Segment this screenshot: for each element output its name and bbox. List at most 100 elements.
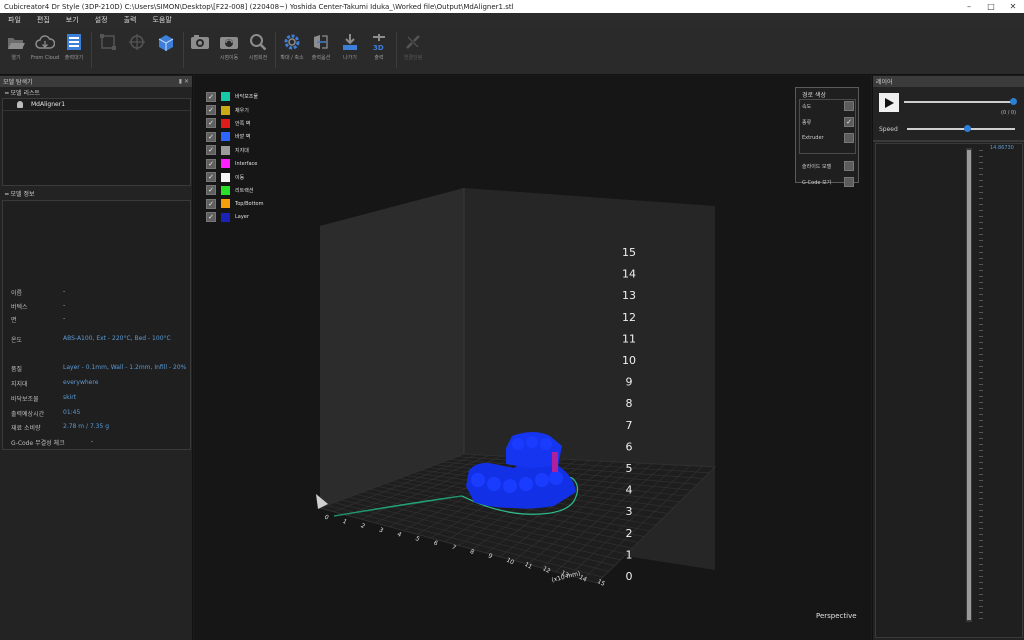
x-tick-label: 10 — [505, 557, 515, 567]
legend-item[interactable]: ✓ 지지대 — [206, 144, 263, 157]
legend-label: 이동 — [235, 174, 245, 181]
checkbox[interactable]: ✓ — [206, 212, 216, 223]
checkbox[interactable]: ✓ — [844, 117, 854, 127]
legend-label: 채우기 — [235, 107, 249, 114]
path-color-option[interactable]: Extruder — [802, 133, 854, 143]
layer-panel-header: 레이어 — [873, 76, 1024, 87]
playback-slider[interactable] — [904, 101, 1014, 103]
legend-label: Top/Bottom — [235, 200, 264, 207]
checkbox[interactable]: ✓ — [206, 118, 216, 129]
menu-settings[interactable]: 설정 — [87, 15, 116, 25]
checkbox[interactable] — [844, 101, 854, 111]
connection-button[interactable]: 연결안됨 — [400, 32, 426, 61]
cube-view-icon — [156, 32, 176, 52]
option-label: 슬라이드 모델 — [802, 163, 832, 170]
legend-item[interactable]: ✓ 안쪽 벽 — [206, 117, 263, 130]
gcode-save-button[interactable]: 나가기 — [337, 32, 363, 61]
z-tick-label: 6 — [626, 440, 633, 453]
checkbox[interactable] — [844, 161, 854, 171]
checkbox[interactable]: ✓ — [206, 198, 216, 209]
checkbox[interactable] — [844, 133, 854, 143]
print-3d-icon: 3D — [369, 32, 389, 52]
list-item[interactable]: MdAligner1 — [3, 99, 190, 111]
play-button[interactable] — [879, 93, 899, 112]
view-rotate-icon — [219, 32, 239, 52]
maximize-icon[interactable]: □ — [980, 2, 1002, 11]
cube-view-button[interactable] — [153, 32, 179, 55]
panel-header-buttons[interactable]: ▮ ✕ — [179, 78, 189, 85]
info-row: 온도 ABS-A100, Ext - 220°C, Bed - 100°C — [11, 335, 171, 344]
checkbox[interactable]: ✓ — [206, 91, 216, 102]
menu-print[interactable]: 출력 — [116, 15, 145, 25]
checkbox[interactable]: ✓ — [206, 158, 216, 169]
legend-item[interactable]: ✓ 바깥 벽 — [206, 130, 263, 143]
legend-item[interactable]: ✓ 리트랙션 — [206, 184, 263, 197]
menu-view[interactable]: 보기 — [58, 15, 87, 25]
x-tick-label: 3 — [378, 526, 385, 534]
z-tick-label: 8 — [626, 397, 633, 410]
3d-viewport[interactable]: 0 1 2 3 4 5 6 7 8 9 10 11 12 13 14 15 0 1 2 3 4 5 6 7 8 9 10 11 12 13… — [194, 76, 871, 640]
bulb-icon — [17, 101, 23, 108]
info-row: 바닥보조물 skirt — [11, 394, 77, 403]
checkbox[interactable]: ✓ — [206, 185, 216, 196]
scale-button[interactable] — [124, 32, 150, 55]
z-tick-label: 12 — [622, 311, 636, 324]
layer-slider-area — [875, 143, 1023, 638]
print-options-button[interactable]: 확대 / 축소 — [279, 32, 305, 61]
checkbox[interactable]: ✓ — [206, 172, 216, 183]
playback-slider-handle[interactable] — [1010, 98, 1017, 105]
color-swatch — [221, 185, 230, 195]
path-color-option[interactable]: 속도 — [802, 101, 854, 111]
info-row: 버텍스 - — [11, 302, 66, 311]
x-tick-label: 11 — [523, 561, 533, 571]
legend-item[interactable]: ✓ Layer — [206, 211, 263, 224]
checkbox[interactable] — [844, 177, 854, 187]
zoom-icon — [248, 32, 268, 52]
speed-slider[interactable] — [907, 128, 1015, 130]
info-row: 이름 - — [11, 288, 66, 297]
path-color-option[interactable]: 종류 ✓ — [802, 117, 854, 127]
legend-item[interactable]: ✓ 이동 — [206, 170, 263, 183]
open-button[interactable]: 열기 — [3, 32, 29, 61]
legend-item[interactable]: ✓ 채우기 — [206, 103, 263, 116]
legend-item[interactable]: ✓ Top/Bottom — [206, 197, 263, 210]
close-icon[interactable]: ✕ — [1002, 2, 1024, 11]
checkbox[interactable]: ✓ — [206, 131, 216, 142]
toolbar-separator — [183, 32, 184, 68]
print-queue-button[interactable]: 출력대기 — [61, 32, 87, 61]
minimize-icon[interactable]: – — [958, 2, 980, 11]
layer-slider[interactable] — [966, 148, 972, 622]
info-row: G-Code 무결성 체크 - — [11, 438, 94, 447]
path-color-option[interactable]: G-Code 보기 — [802, 177, 854, 187]
legend-label: 안쪽 벽 — [235, 120, 251, 127]
x-tick-label: 0 — [323, 514, 330, 522]
toolbar-separator — [396, 32, 397, 68]
menu-bar: 파일 편집 보기 설정 출력 도움말 — [0, 13, 1024, 27]
menu-file[interactable]: 파일 — [0, 15, 29, 25]
z-tick-label: 3 — [626, 505, 633, 518]
layer-value: 14.86730 — [990, 145, 1014, 151]
legend-item[interactable]: ✓ 바닥보조물 — [206, 90, 263, 103]
from-cloud-button[interactable]: From Cloud — [31, 32, 59, 61]
checkbox[interactable]: ✓ — [206, 145, 216, 156]
x-tick-label: 15 — [596, 578, 606, 588]
exit-button[interactable]: 출력옵션 — [308, 32, 334, 61]
print-button[interactable]: 3D 출력 — [366, 32, 392, 61]
speed-slider-handle[interactable] — [964, 125, 971, 132]
toolbar-separator — [91, 32, 92, 68]
menu-edit[interactable]: 편집 — [29, 15, 58, 25]
path-color-option[interactable]: 슬라이드 모델 — [802, 161, 854, 171]
view-move-button[interactable] — [187, 32, 213, 55]
menu-help[interactable]: 도움말 — [144, 15, 179, 25]
zoom-button[interactable]: 시점회전 — [245, 32, 271, 61]
move-button[interactable] — [95, 32, 121, 55]
svg-text:3D: 3D — [373, 44, 384, 51]
legend-label: Layer — [235, 214, 249, 221]
checkbox[interactable]: ✓ — [206, 105, 216, 116]
legend-item[interactable]: ✓ Interface — [206, 157, 263, 170]
x-tick-label: 12 — [541, 565, 551, 575]
view-rotate-button[interactable]: 시점이동 — [216, 32, 242, 61]
color-swatch — [221, 105, 230, 115]
x-tick-label: 5 — [414, 535, 421, 543]
layer-slider-fill — [967, 150, 971, 620]
